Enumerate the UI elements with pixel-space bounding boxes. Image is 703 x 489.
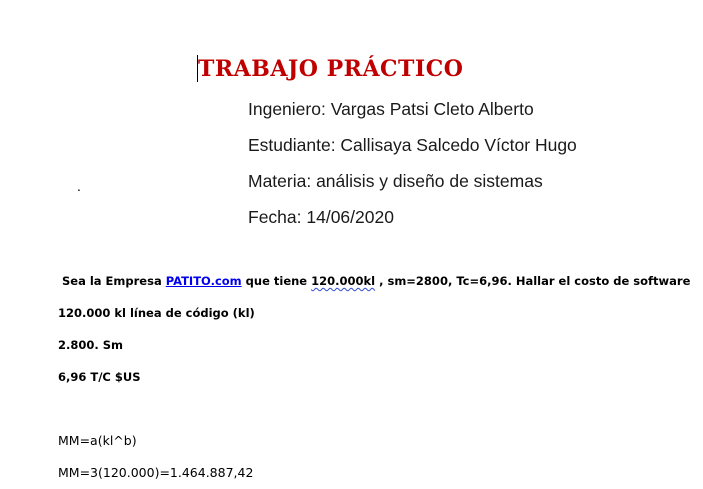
stray-dot: . bbox=[77, 178, 81, 194]
formula-mm: MM=a(kl^b) bbox=[58, 433, 137, 448]
info-ingeniero: Ingeniero: Vargas Patsi Cleto Alberto bbox=[248, 99, 534, 119]
document-title: TRABAJO PRÁCTICO bbox=[198, 56, 464, 82]
formula-mm-result: MM=3(120.000)=1.464.887,42 bbox=[58, 465, 254, 480]
problem-statement: Sea la Empresa PATITO.com que tiene 120.… bbox=[62, 274, 690, 288]
data-line-sm: 2.800. Sm bbox=[58, 338, 124, 352]
problem-prefix: Sea la Empresa bbox=[62, 274, 166, 288]
data-line-kl: 120.000 kl línea de código (kl) bbox=[58, 306, 255, 320]
info-fecha: Fecha: 14/06/2020 bbox=[248, 207, 394, 227]
problem-middle: que tiene bbox=[241, 274, 312, 288]
company-link[interactable]: PATITO.com bbox=[166, 274, 242, 288]
document-page: TRABAJO PRÁCTICO Ingeniero: Vargas Patsi… bbox=[0, 0, 703, 489]
data-line-tc: 6,96 T/C $US bbox=[58, 370, 141, 384]
info-estudiante: Estudiante: Callisaya Salcedo Víctor Hug… bbox=[248, 135, 577, 155]
info-materia: Materia: análisis y diseño de sistemas bbox=[248, 171, 543, 191]
problem-rest: , sm=2800, Tc=6,96. Hallar el costo de s… bbox=[375, 274, 691, 288]
kl-value-spellcheck: 120.000kl bbox=[311, 274, 376, 288]
